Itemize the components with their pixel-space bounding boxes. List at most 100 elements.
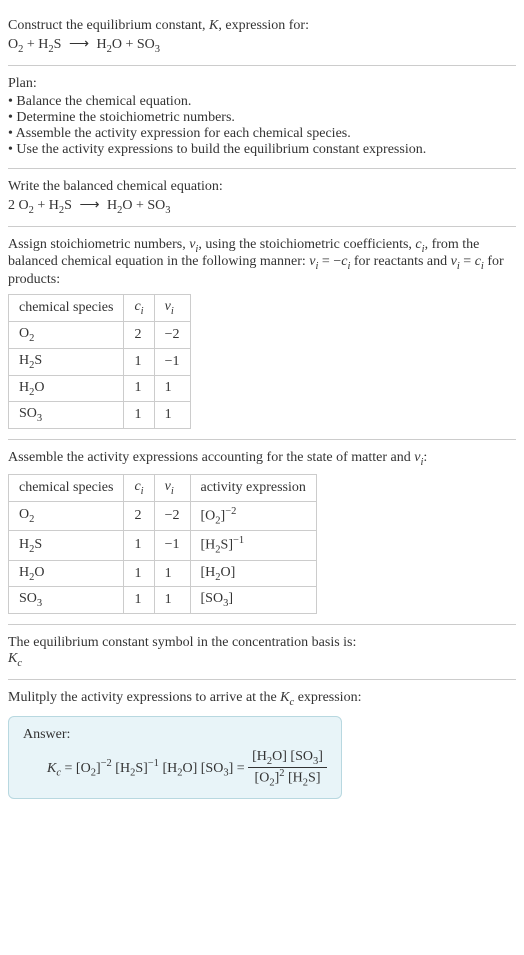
activity-text: Assemble the activity expressions accoun… — [8, 450, 516, 468]
eq-sub: 3 — [155, 44, 160, 55]
header-activity: activity expression — [190, 474, 316, 501]
activity-table: chemical species ci νi activity expressi… — [8, 474, 317, 614]
eq-part: + H — [34, 198, 59, 213]
cell-nu: 1 — [154, 560, 190, 587]
symbol-text: The equilibrium constant symbol in the c… — [8, 635, 516, 651]
cell-nu: 1 — [154, 375, 190, 402]
arrow-icon: ⟶ — [69, 37, 89, 52]
final-section: Mulitply the activity expressions to arr… — [8, 680, 516, 809]
plan-item: Balance the chemical equation. — [8, 94, 516, 110]
eq-part: H — [97, 37, 107, 52]
stoich-section: Assign stoichiometric numbers, νi, using… — [8, 227, 516, 441]
denominator: [O2]2 [H2S] — [248, 768, 327, 788]
table-row: SO3 1 1 [SO3] — [9, 587, 317, 614]
k-var: K — [280, 690, 289, 705]
eq-part: ] = — [229, 761, 249, 776]
act-text: ] — [228, 591, 233, 606]
eq-part: S — [54, 37, 62, 52]
text-part: , using the stoichiometric coefficients, — [198, 237, 415, 252]
cell-species: H2S — [9, 531, 124, 560]
arrow-icon: ⟶ — [79, 198, 99, 213]
numerator: [H2O] [SO3] — [248, 749, 327, 768]
species-text: O — [19, 507, 29, 522]
header-species: chemical species — [9, 474, 124, 501]
eq-coef: 2 — [8, 198, 19, 213]
header-c: ci — [124, 295, 154, 322]
cell-nu: −2 — [154, 321, 190, 348]
num-part: ] — [318, 749, 323, 764]
eq-sup: −1 — [148, 758, 159, 769]
species-text: SO — [19, 591, 37, 606]
sub-i: i — [171, 486, 174, 497]
cell-species: H2S — [9, 348, 124, 375]
prompt-text-b: , expression for: — [218, 18, 309, 33]
table-row: SO3 1 1 — [9, 402, 191, 429]
k-var: K — [209, 18, 218, 33]
text-part: = — [460, 254, 475, 269]
plan-item: Assemble the activity expression for eac… — [8, 126, 516, 142]
eq-part: = [O — [61, 761, 91, 776]
kc-symbol: Kc — [8, 651, 516, 669]
eq-part: [H — [112, 761, 130, 776]
cell-activity: [O2]−2 — [190, 501, 316, 530]
den-part: [H — [285, 770, 303, 785]
sub-i: i — [141, 306, 144, 317]
table-header-row: chemical species ci νi activity expressi… — [9, 474, 317, 501]
act-text: [H — [201, 538, 216, 553]
act-text: [SO — [201, 591, 224, 606]
header-species: chemical species — [9, 295, 124, 322]
species-text: H — [19, 537, 29, 552]
cell-activity: [H2O] — [190, 560, 316, 587]
balanced-section: Write the balanced chemical equation: 2 … — [8, 169, 516, 227]
plan-title: Plan: — [8, 76, 516, 92]
cell-nu: −2 — [154, 501, 190, 530]
cell-c: 1 — [124, 531, 154, 560]
k-var: K — [47, 761, 56, 776]
cell-c: 1 — [124, 375, 154, 402]
unbalanced-equation: O2 + H2S ⟶ H2O + SO3 — [8, 36, 516, 55]
plan-item: Use the activity expressions to build th… — [8, 142, 516, 158]
table-row: O2 2 −2 — [9, 321, 191, 348]
text-part: = − — [318, 254, 341, 269]
table-row: H2S 1 −1 — [9, 348, 191, 375]
balanced-title: Write the balanced chemical equation: — [8, 179, 516, 195]
header-c: ci — [124, 474, 154, 501]
activity-section: Assemble the activity expressions accoun… — [8, 440, 516, 625]
prompt-title: Construct the equilibrium constant, K, e… — [8, 18, 516, 34]
species-text: H — [19, 565, 29, 580]
species-text: H — [19, 380, 29, 395]
cell-species: O2 — [9, 321, 124, 348]
cell-species: H2O — [9, 375, 124, 402]
text-part: Mulitply the activity expressions to arr… — [8, 690, 280, 705]
act-text: [H — [201, 565, 216, 580]
cell-nu: 1 — [154, 587, 190, 614]
species-text: S — [34, 353, 42, 368]
final-text: Mulitply the activity expressions to arr… — [8, 690, 516, 708]
den-part: S] — [308, 770, 320, 785]
eq-part: O + SO — [112, 37, 155, 52]
eq-part: O — [8, 37, 18, 52]
species-text: SO — [19, 406, 37, 421]
act-text: S] — [221, 538, 233, 553]
species-sub: 3 — [37, 413, 42, 424]
eq-sub: 3 — [165, 205, 170, 216]
stoich-table: chemical species ci νi O2 2 −2 H2S 1 −1 … — [8, 294, 191, 429]
eq-sup: −2 — [101, 758, 112, 769]
species-sub: 3 — [37, 598, 42, 609]
answer-label: Answer: — [23, 727, 327, 743]
answer-box: Answer: Kc = [O2]−2 [H2S]−1 [H2O] [SO3] … — [8, 716, 342, 799]
cell-c: 1 — [124, 560, 154, 587]
cell-c: 2 — [124, 321, 154, 348]
act-sup: −2 — [225, 506, 236, 517]
cell-activity: [SO3] — [190, 587, 316, 614]
header-nu: νi — [154, 474, 190, 501]
species-text: S — [34, 537, 42, 552]
eq-part: + H — [23, 37, 48, 52]
cell-nu: −1 — [154, 348, 190, 375]
fraction: [H2O] [SO3][O2]2 [H2S] — [248, 749, 327, 788]
cell-c: 1 — [124, 348, 154, 375]
prompt-section: Construct the equilibrium constant, K, e… — [8, 8, 516, 66]
species-text: O — [34, 380, 44, 395]
eq-part: H — [107, 198, 117, 213]
cell-c: 2 — [124, 501, 154, 530]
